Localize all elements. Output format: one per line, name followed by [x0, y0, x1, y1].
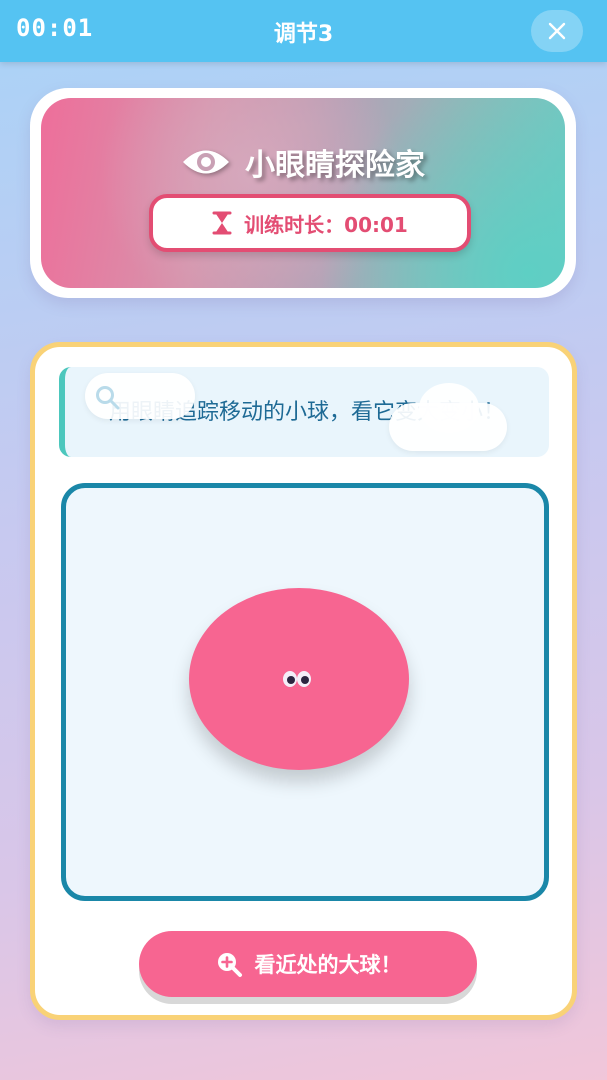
cloud-decoration	[389, 383, 507, 451]
look-near-button-label: 看近处的大球！	[254, 953, 402, 977]
exercise-card: 用眼睛追踪移动的小球，看它变大变小！ 看近处的大球！	[30, 342, 577, 1020]
app-title: 小眼睛探险家	[41, 140, 565, 184]
ball-eyes-icon	[283, 671, 311, 687]
eye-icon	[183, 150, 229, 174]
header-card: 小眼睛探险家 训练时长：00:01	[30, 88, 576, 298]
page-title: 调节3	[273, 22, 334, 47]
close-icon	[548, 22, 566, 40]
look-near-button[interactable]: 看近处的大球！	[139, 931, 477, 997]
zoom-in-icon	[217, 953, 242, 977]
training-duration-text: 训练时长：00:01	[244, 212, 408, 237]
top-bar: 00:01 调节3	[0, 0, 607, 62]
hourglass-icon	[212, 211, 232, 235]
search-icon	[96, 386, 120, 410]
close-button[interactable]	[531, 10, 583, 52]
tracking-area	[61, 483, 549, 901]
app-title-text: 小眼睛探险家	[245, 148, 425, 183]
header-banner: 小眼睛探险家 训练时长：00:01	[41, 98, 565, 288]
training-duration-badge: 训练时长：00:01	[149, 194, 471, 252]
moving-ball[interactable]	[189, 588, 409, 770]
